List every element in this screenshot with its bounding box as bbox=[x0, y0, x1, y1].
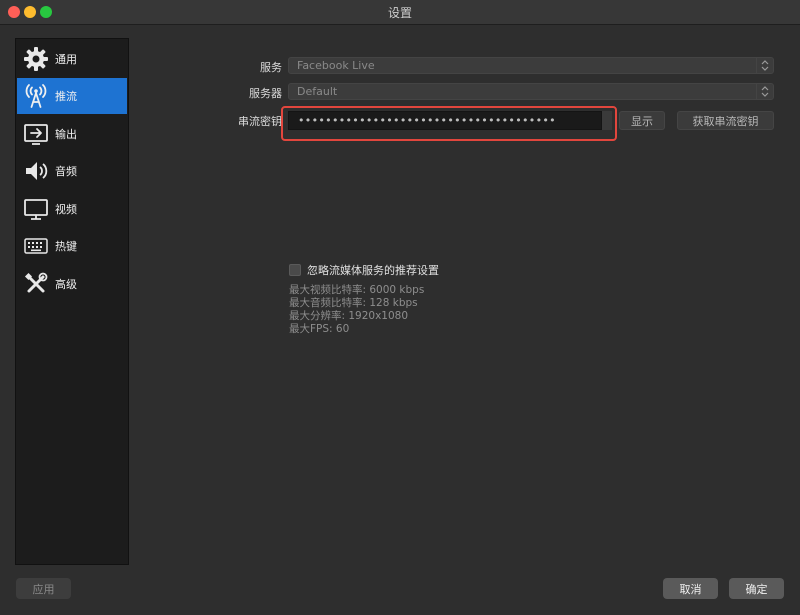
apply-button[interactable]: 应用 bbox=[16, 578, 71, 599]
server-select[interactable]: Default bbox=[288, 83, 774, 100]
monitor-icon bbox=[22, 195, 50, 223]
ignore-recommended-checkbox[interactable] bbox=[289, 264, 301, 276]
server-value: Default bbox=[297, 85, 338, 98]
sidebar-item-general[interactable]: 通用 bbox=[17, 41, 127, 77]
service-value: Facebook Live bbox=[297, 59, 375, 72]
sidebar-item-hotkeys[interactable]: 热键 bbox=[17, 228, 127, 264]
sidebar-item-label: 高级 bbox=[55, 278, 77, 291]
sidebar-item-label: 推流 bbox=[55, 90, 77, 103]
stream-key-highlight bbox=[281, 106, 617, 141]
settings-sidebar: 通用 推流 输出 音频 视频 热键 高级 bbox=[15, 38, 129, 565]
server-label: 服务器 bbox=[249, 87, 282, 100]
ok-button[interactable]: 确定 bbox=[729, 578, 784, 599]
sidebar-item-stream[interactable]: 推流 bbox=[17, 78, 127, 114]
updown-chevron-icon bbox=[756, 57, 773, 74]
show-key-button[interactable]: 显示 bbox=[619, 111, 665, 130]
sidebar-item-advanced[interactable]: 高级 bbox=[17, 266, 127, 302]
keyboard-icon bbox=[22, 232, 50, 260]
sidebar-item-label: 热键 bbox=[55, 240, 77, 253]
sidebar-item-label: 视频 bbox=[55, 203, 77, 216]
sidebar-item-label: 通用 bbox=[55, 53, 77, 66]
cancel-button[interactable]: 取消 bbox=[663, 578, 718, 599]
stream-key-label: 串流密钥 bbox=[238, 115, 282, 128]
service-select[interactable]: Facebook Live bbox=[288, 57, 774, 74]
get-stream-key-button[interactable]: 获取串流密钥 bbox=[677, 111, 774, 130]
settings-window: 设置 通用 推流 输出 音频 视频 热键 高级 服务 Facebook Live… bbox=[0, 0, 800, 615]
service-label: 服务 bbox=[260, 61, 282, 74]
ignore-recommended-settings-row[interactable]: 忽略流媒体服务的推荐设置 bbox=[289, 262, 439, 278]
ignore-recommended-label: 忽略流媒体服务的推荐设置 bbox=[307, 264, 439, 277]
sidebar-item-output[interactable]: 输出 bbox=[17, 116, 127, 152]
speaker-icon bbox=[22, 157, 50, 185]
output-icon bbox=[22, 120, 50, 148]
sidebar-item-video[interactable]: 视频 bbox=[17, 191, 127, 227]
sidebar-item-label: 音频 bbox=[55, 165, 77, 178]
gear-icon bbox=[22, 45, 50, 73]
broadcast-icon bbox=[22, 82, 50, 110]
updown-chevron-icon bbox=[756, 83, 773, 100]
sidebar-item-audio[interactable]: 音频 bbox=[17, 153, 127, 189]
title-bar: 设置 bbox=[0, 0, 800, 25]
window-title: 设置 bbox=[387, 6, 412, 20]
max-fps-text: 最大FPS: 60 bbox=[289, 323, 350, 335]
sidebar-item-label: 输出 bbox=[55, 128, 77, 141]
tools-icon bbox=[22, 270, 50, 298]
